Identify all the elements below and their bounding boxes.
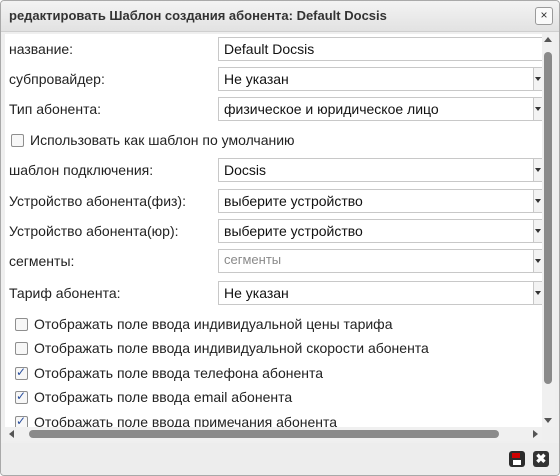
option-label: Отображать поле ввода примечания абонент…	[34, 414, 338, 427]
tariff-label: Тариф абонента:	[9, 285, 121, 301]
option-row: Отображать поле ввода телефона абонента	[5, 362, 542, 386]
device-jur-select[interactable]: выберите устройство	[218, 219, 542, 243]
segments-select[interactable]: сегменты	[218, 249, 542, 273]
row-device-jur: Устройство абонента(юр): выберите устрой…	[5, 219, 542, 243]
option-label: Отображать поле ввода индивидуальной ско…	[34, 340, 429, 356]
name-value: Default Docsis	[224, 41, 315, 57]
row-subprovider: субпровайдер: Не указан	[5, 67, 542, 91]
row-subscriber-type: Тип абонента: физическое и юридическое л…	[5, 97, 542, 121]
vertical-scroll-thumb[interactable]	[544, 52, 552, 384]
chevron-down-icon[interactable]	[533, 68, 542, 90]
device-jur-value: выберите устройство	[224, 223, 363, 239]
device-phys-label: Устройство абонента(физ):	[9, 193, 186, 209]
option-label: Отображать поле ввода телефона абонента	[34, 365, 324, 381]
chevron-down-icon[interactable]	[533, 282, 542, 304]
horizontal-scrollbar[interactable]	[5, 427, 542, 441]
connection-template-label: шаблон подключения:	[9, 162, 154, 178]
segments-label: сегменты:	[9, 253, 75, 269]
row-connection-template: шаблон подключения: Docsis	[5, 158, 542, 182]
default-template-label: Использовать как шаблон по умолчанию	[30, 132, 295, 148]
name-label: название:	[9, 41, 74, 57]
delete-icon[interactable]: ✖	[533, 451, 549, 467]
dialog-titlebar[interactable]: редактировать Шаблон создания абонента: …	[1, 1, 559, 32]
default-template-checkbox[interactable]	[11, 134, 24, 147]
form-content: название: Default Docsis субпровайдер: Н…	[5, 34, 542, 427]
dialog-footer: ✖	[1, 443, 559, 475]
save-icon[interactable]	[509, 451, 525, 467]
subscriber-type-label: Тип абонента:	[9, 101, 101, 117]
option-checkbox-speed[interactable]	[15, 342, 28, 355]
device-phys-select[interactable]: выберите устройство	[218, 189, 542, 213]
device-phys-value: выберите устройство	[224, 193, 363, 209]
row-segments: сегменты: сегменты	[5, 249, 542, 273]
option-row: Отображать поле ввода email абонента	[5, 386, 542, 410]
horizontal-scroll-thumb[interactable]	[29, 430, 499, 438]
subscriber-type-select[interactable]: физическое и юридическое лицо	[218, 97, 542, 121]
subprovider-label: субпровайдер:	[9, 71, 105, 87]
row-tariff: Тариф абонента: Не указан	[5, 281, 542, 305]
chevron-down-icon[interactable]	[533, 250, 542, 272]
edit-template-dialog: редактировать Шаблон создания абонента: …	[0, 0, 560, 476]
chevron-down-icon[interactable]	[533, 159, 542, 181]
option-checkbox-note[interactable]	[15, 414, 28, 427]
subscriber-type-value: физическое и юридическое лицо	[224, 101, 439, 117]
chevron-down-icon[interactable]	[533, 98, 542, 120]
row-device-phys: Устройство абонента(физ): выберите устро…	[5, 189, 542, 213]
row-name: название: Default Docsis	[5, 37, 542, 61]
chevron-down-icon[interactable]	[533, 220, 542, 242]
option-row: Отображать поле ввода индивидуальной ско…	[5, 337, 542, 361]
tariff-value: Не указан	[224, 285, 289, 301]
device-jur-label: Устройство абонента(юр):	[9, 223, 179, 239]
dialog-title: редактировать Шаблон создания абонента: …	[9, 8, 387, 23]
option-row: Отображать поле ввода индивидуальной цен…	[5, 313, 542, 337]
option-row: Отображать поле ввода примечания абонент…	[5, 411, 542, 427]
subprovider-value: Не указан	[224, 71, 289, 87]
vertical-scrollbar[interactable]	[542, 34, 555, 427]
segments-placeholder: сегменты	[224, 252, 282, 267]
scroll-down-icon[interactable]	[544, 418, 552, 423]
connection-template-select[interactable]: Docsis	[218, 158, 542, 182]
option-checkbox-price[interactable]	[15, 318, 28, 331]
close-icon[interactable]: ×	[535, 7, 553, 25]
option-label: Отображать поле ввода индивидуальной цен…	[34, 316, 393, 332]
subprovider-select[interactable]: Не указан	[218, 67, 542, 91]
option-checkbox-phone[interactable]	[15, 365, 28, 380]
option-checkbox-email[interactable]	[15, 389, 28, 404]
row-default-template: Использовать как шаблон по умолчанию	[5, 129, 542, 153]
tariff-select[interactable]: Не указан	[218, 281, 542, 305]
scroll-left-icon[interactable]	[9, 430, 14, 438]
name-field[interactable]: Default Docsis	[218, 37, 542, 61]
connection-template-value: Docsis	[224, 162, 267, 178]
scroll-right-icon[interactable]	[533, 430, 538, 438]
chevron-down-icon[interactable]	[533, 190, 542, 212]
option-label: Отображать поле ввода email абонента	[34, 389, 293, 405]
scroll-up-icon[interactable]	[544, 37, 552, 42]
